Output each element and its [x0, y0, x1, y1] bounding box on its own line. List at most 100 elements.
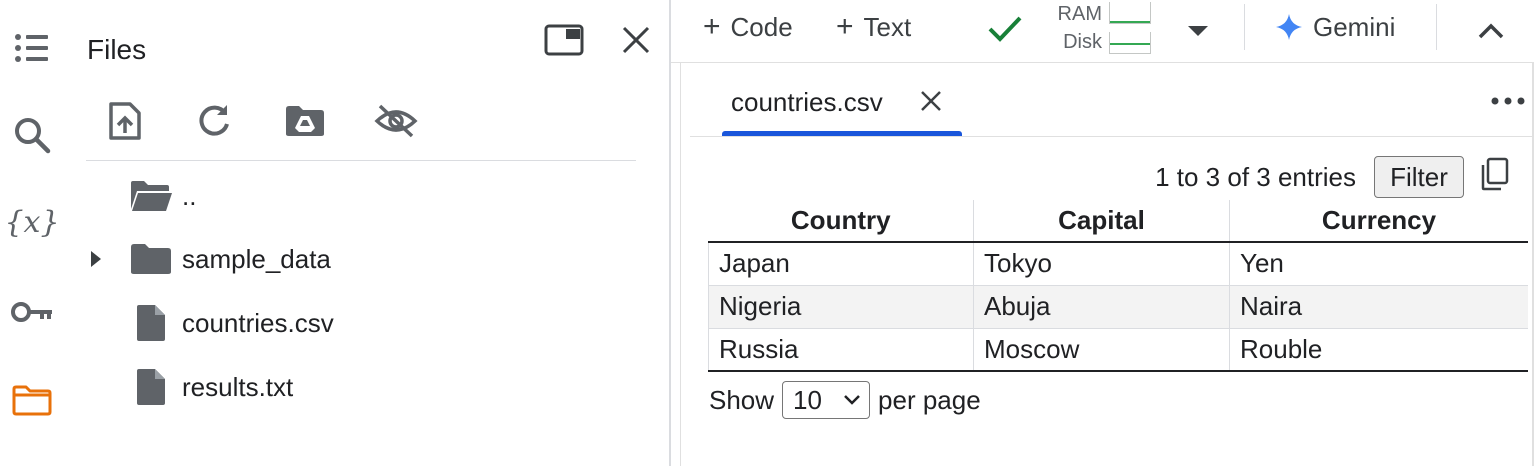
tree-item-label: sample_data	[182, 243, 331, 274]
chevron-down-icon	[844, 395, 860, 405]
tab-strip-divider	[690, 136, 1532, 137]
table-cell: Abuja	[973, 285, 1230, 329]
editor-border	[680, 63, 681, 466]
upload-button[interactable]	[102, 98, 148, 144]
disk-meter	[1109, 32, 1151, 54]
file-icon	[128, 303, 174, 343]
toolbar-divider	[671, 62, 1534, 63]
table-cell: Nigeria	[708, 285, 974, 329]
pagination-controls: Show 10 per page	[709, 380, 981, 420]
plus-icon: +	[836, 10, 854, 43]
folder-icon	[12, 385, 52, 416]
copy-table-button[interactable]	[1474, 154, 1514, 194]
secrets-button[interactable]	[8, 288, 56, 336]
plus-icon: +	[703, 10, 721, 43]
data-table: Country Capital Currency Japan Tokyo Yen…	[708, 200, 1528, 372]
tree-item-label: countries.csv	[182, 307, 334, 338]
table-row: Japan Tokyo Yen	[708, 242, 1528, 286]
search-icon	[15, 118, 51, 154]
tab-close-button[interactable]	[918, 88, 944, 114]
open-folder-icon	[128, 176, 174, 216]
refresh-icon	[199, 105, 229, 136]
file-icon	[128, 367, 174, 407]
runtime-menu-button[interactable]	[1187, 12, 1209, 50]
add-text-label: Text	[863, 11, 912, 42]
open-in-window-icon	[544, 24, 584, 56]
notebook-toolbar: + Code + Text RAM Disk Gemini	[671, 0, 1534, 56]
more-horizontal-icon	[1491, 97, 1525, 105]
files-panel-title: Files	[87, 34, 147, 65]
ram-meter	[1109, 2, 1151, 24]
gemini-label: Gemini	[1313, 11, 1396, 42]
chevron-up-icon	[1478, 23, 1504, 39]
more-options-button[interactable]	[1488, 86, 1528, 116]
variables-button[interactable]: {x}	[4, 198, 59, 246]
close-icon	[622, 26, 650, 54]
variables-icon: {x}	[4, 204, 60, 240]
side-rail: {x}	[0, 0, 66, 466]
runtime-status-button[interactable]	[987, 10, 1023, 48]
table-cell: Tokyo	[973, 242, 1230, 286]
tree-item-countries-csv[interactable]: countries.csv	[66, 297, 666, 349]
close-panel-button[interactable]	[614, 18, 658, 62]
entries-count: 1 to 3 of 3 entries	[1155, 162, 1356, 192]
key-icon	[11, 302, 52, 322]
toolbar-separator	[1244, 4, 1245, 50]
resource-meters[interactable]	[1109, 2, 1153, 62]
toolbar-separator	[1436, 4, 1437, 50]
upload-icon	[109, 102, 141, 140]
refresh-button[interactable]	[191, 98, 237, 144]
collapse-header-button[interactable]	[1477, 12, 1505, 50]
disk-label: Disk	[1063, 31, 1102, 53]
table-cell: Yen	[1229, 242, 1528, 286]
copy-icon	[1481, 157, 1509, 191]
add-text-cell-button[interactable]: + Text	[836, 8, 911, 46]
resource-labels: RAM Disk	[1054, 0, 1102, 56]
files-button[interactable]	[8, 376, 56, 424]
search-button[interactable]	[8, 111, 56, 159]
tree-item-results-txt[interactable]: results.txt	[66, 361, 666, 413]
table-cell: Russia	[708, 328, 974, 372]
hide-hidden-files-icon	[374, 104, 418, 138]
column-header[interactable]: Currency	[1229, 200, 1528, 243]
gemini-button[interactable]: Gemini	[1275, 8, 1395, 46]
checkmark-icon	[988, 16, 1022, 42]
open-in-tab-button[interactable]	[542, 18, 586, 62]
list-icon	[15, 34, 48, 62]
drive-icon	[286, 106, 324, 136]
folder-icon	[128, 239, 174, 279]
page-size-select[interactable]: 10	[782, 381, 871, 419]
ram-label: RAM	[1057, 3, 1102, 25]
filter-button[interactable]: Filter	[1374, 156, 1464, 198]
tab-countries-csv[interactable]: countries.csv	[722, 76, 962, 136]
table-cell: Japan	[708, 242, 974, 286]
tab-label: countries.csv	[731, 87, 883, 117]
column-header[interactable]: Capital	[973, 200, 1230, 243]
tree-item-parent[interactable]: ..	[66, 170, 666, 222]
add-code-cell-button[interactable]: + Code	[703, 8, 793, 46]
gemini-sparkle-icon	[1276, 14, 1302, 40]
table-header-row: Country Capital Currency	[708, 200, 1528, 243]
table-cell: Naira	[1229, 285, 1528, 329]
tree-item-label: ..	[182, 180, 197, 211]
panel-splitter[interactable]	[669, 0, 671, 466]
tree-item-label: results.txt	[182, 371, 294, 402]
per-page-label: per page	[878, 384, 981, 415]
toggle-hidden-files-button[interactable]	[373, 98, 419, 144]
table-row: Nigeria Abuja Naira	[708, 285, 1528, 329]
expand-caret-icon[interactable]	[88, 251, 104, 267]
column-header[interactable]: Country	[708, 200, 974, 243]
mount-drive-button[interactable]	[282, 98, 328, 144]
page-size-value: 10	[793, 384, 822, 415]
show-label: Show	[709, 384, 775, 415]
files-divider	[86, 160, 636, 161]
add-code-label: Code	[730, 11, 793, 42]
close-icon	[921, 91, 941, 111]
table-of-contents-button[interactable]	[8, 24, 56, 72]
caret-down-icon	[1188, 26, 1208, 36]
tree-item-sample-data[interactable]: sample_data	[66, 233, 666, 285]
table-cell: Rouble	[1229, 328, 1528, 372]
files-panel: Files .. sample_data countries.csv resul…	[66, 0, 669, 466]
table-cell: Moscow	[973, 328, 1230, 372]
table-row: Russia Moscow Rouble	[708, 328, 1528, 372]
